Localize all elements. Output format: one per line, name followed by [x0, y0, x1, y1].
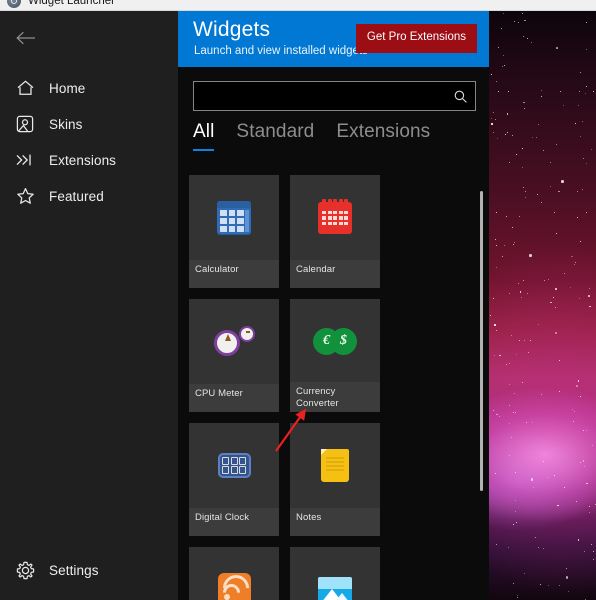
- calendar-icon: [290, 175, 380, 260]
- extensions-arrow-icon: [10, 152, 40, 168]
- sidebar-item-label: Settings: [49, 562, 99, 578]
- scrollbar-thumb[interactable]: [480, 191, 483, 491]
- window-title: Widget Launcher: [28, 0, 115, 7]
- page-title: Widgets: [193, 18, 271, 41]
- hero-banner: Widgets Launch and view installed widget…: [178, 11, 489, 67]
- filter-tabs: All Standard Extensions: [193, 121, 430, 151]
- get-pro-extensions-button[interactable]: Get Pro Extensions: [355, 24, 477, 53]
- widget-card-label: Calendar: [290, 260, 380, 288]
- widget-card-label: Calculator: [189, 260, 279, 288]
- window-title-bar: Widget Launcher: [0, 0, 596, 11]
- home-icon: [10, 79, 40, 97]
- search-box[interactable]: [193, 81, 476, 111]
- sidebar-item-settings[interactable]: Settings: [0, 552, 178, 588]
- page-subtitle: Launch and view installed widgets: [194, 45, 368, 57]
- widget-launcher-window: Home Skins Extensions Featured Settings …: [0, 11, 489, 600]
- currency-converter-icon: € $: [290, 299, 380, 384]
- widget-card-label: CPU Meter: [189, 384, 279, 412]
- widget-card-label: Currency Converter: [290, 382, 380, 412]
- widget-card-currency-converter[interactable]: € $ Currency Converter: [290, 299, 380, 412]
- sidebar-nav-list: Home Skins Extensions Featured: [0, 70, 178, 214]
- skins-image-icon: [10, 115, 40, 133]
- rss-feed-icon: [189, 547, 279, 600]
- tab-extensions[interactable]: Extensions: [336, 121, 430, 151]
- tab-standard[interactable]: Standard: [236, 121, 314, 151]
- search-button[interactable]: [445, 82, 475, 110]
- tab-all[interactable]: All: [193, 121, 215, 151]
- widget-grid-viewport: Calculator Calendar CPU Meter € $ Curren…: [178, 175, 489, 600]
- sidebar-item-extensions[interactable]: Extensions: [0, 142, 178, 178]
- widget-card-calculator[interactable]: Calculator: [189, 175, 279, 288]
- sidebar-item-label: Featured: [49, 188, 104, 204]
- widget-card-label: Notes: [290, 508, 380, 536]
- widget-card-calendar[interactable]: Calendar: [290, 175, 380, 288]
- widget-card-slideshow[interactable]: Slideshow: [290, 547, 380, 600]
- back-arrow-icon: [16, 31, 35, 45]
- widget-card-digital-clock[interactable]: Digital Clock: [189, 423, 279, 536]
- calculator-icon: [189, 175, 279, 260]
- digital-clock-icon: [189, 423, 279, 508]
- cpu-meter-icon: [189, 299, 279, 384]
- sidebar-item-label: Home: [49, 80, 86, 96]
- vertical-scrollbar[interactable]: [477, 177, 486, 598]
- sidebar-item-label: Extensions: [49, 152, 117, 168]
- search-icon: [454, 90, 467, 103]
- widget-card-cpu-meter[interactable]: CPU Meter: [189, 299, 279, 412]
- content-panel: Widgets Launch and view installed widget…: [178, 11, 489, 600]
- back-button[interactable]: [5, 19, 47, 57]
- sidebar-item-skins[interactable]: Skins: [0, 106, 178, 142]
- sidebar: Home Skins Extensions Featured Settings: [0, 11, 178, 600]
- widget-card-notes[interactable]: Notes: [290, 423, 380, 536]
- notes-icon: [290, 423, 380, 508]
- star-icon: [10, 187, 40, 205]
- sidebar-item-featured[interactable]: Featured: [0, 178, 178, 214]
- sidebar-item-home[interactable]: Home: [0, 70, 178, 106]
- app-logo-icon: [7, 0, 21, 8]
- slideshow-icon: [290, 547, 380, 600]
- widget-card-label: Digital Clock: [189, 508, 279, 536]
- sidebar-item-label: Skins: [49, 116, 83, 132]
- widget-grid: Calculator Calendar CPU Meter € $ Curren…: [189, 175, 479, 600]
- search-input[interactable]: [194, 82, 447, 110]
- widget-card-rss-feed[interactable]: RSS Feed: [189, 547, 279, 600]
- gear-icon: [10, 561, 40, 580]
- screen: Widget Launcher Home Skins Extensions Fe…: [0, 0, 596, 600]
